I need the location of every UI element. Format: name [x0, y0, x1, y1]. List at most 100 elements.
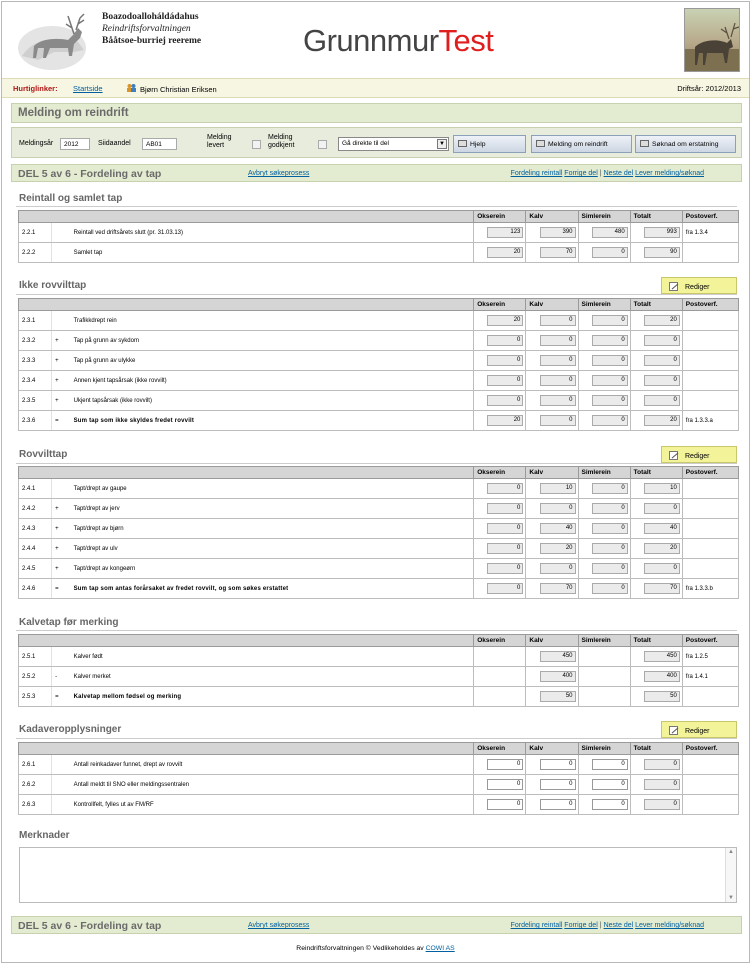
- value-cell: 20: [473, 310, 527, 331]
- nav-fordeling-reintall[interactable]: Fordeling reintall: [511, 922, 563, 929]
- kalv-value: 0: [539, 415, 576, 426]
- value-cell: 450: [629, 646, 683, 667]
- kalv-value[interactable]: 0: [539, 779, 576, 790]
- okserein-value[interactable]: 0: [487, 759, 524, 770]
- info-bar: Hurtiglinker: Startside Bjørn Christian …: [2, 78, 749, 98]
- report-button[interactable]: Melding om reindrift: [531, 135, 632, 153]
- year-field[interactable]: 2012: [60, 138, 90, 150]
- nav-next-part[interactable]: Neste del: [604, 922, 634, 929]
- simlerein-value[interactable]: 0: [591, 799, 628, 810]
- table-header-row: Okserein Kalv Simlerein Totalt Postoverf.: [17, 210, 740, 223]
- okserein-value: 0: [487, 335, 524, 346]
- kalv-value[interactable]: 0: [539, 799, 576, 810]
- value-cell: 0: [577, 330, 631, 351]
- simlerein-value[interactable]: 0: [591, 779, 628, 790]
- nav-submit[interactable]: Lever melding/søknad: [635, 922, 704, 929]
- value-cell: 0: [629, 498, 683, 519]
- section-nav: Fordeling reintall Forrige del | Neste del…: [511, 170, 704, 177]
- goto-part-select[interactable]: Gå direkte til del ▼: [338, 137, 449, 151]
- section-divider: [16, 206, 737, 207]
- totalt-value: 0: [643, 335, 680, 346]
- section-bar-top: DEL 5 av 6 - Fordeling av tap Avbryt søk…: [11, 164, 742, 182]
- kalv-value: 0: [539, 563, 576, 574]
- help-button-label: Hjelp: [470, 141, 486, 148]
- delivered-checkbox[interactable]: [252, 140, 261, 149]
- row-label: Antall reinkadaver funnet, drept av rovv…: [65, 754, 475, 775]
- remarks-textarea[interactable]: ▲ ▼: [19, 847, 737, 903]
- header-blank: [17, 634, 475, 647]
- table-row: 2.3.2 + Tap på grunn av sykdom 0 0 0 0: [17, 330, 740, 351]
- col-okserein: Okserein: [473, 298, 527, 311]
- kalv-value: 70: [539, 247, 576, 258]
- value-cell: 50: [525, 686, 579, 707]
- value-cell: 0: [577, 310, 631, 331]
- value-cell: 0: [629, 370, 683, 391]
- data-table-rovvilttap: Okserein Kalv Simlerein Totalt Postoverf. 2.4…: [17, 466, 740, 599]
- value-cell: 480: [577, 222, 631, 243]
- edit-button[interactable]: Rediger: [661, 721, 737, 738]
- simlerein-value: 0: [591, 503, 628, 514]
- pencil-icon: [669, 451, 678, 460]
- cancel-process-link[interactable]: Avbryt søkeprosess: [248, 170, 309, 177]
- okserein-value[interactable]: 0: [487, 779, 524, 790]
- value-cell: 20: [629, 310, 683, 331]
- value-cell: 90: [629, 242, 683, 263]
- simlerein-value: 0: [591, 543, 628, 554]
- startside-link[interactable]: Startside: [73, 84, 103, 93]
- cancel-process-link[interactable]: Avbryt søkeprosess: [248, 922, 309, 929]
- approved-checkbox[interactable]: [318, 140, 327, 149]
- approved-label: Melding godkjent: [268, 134, 294, 150]
- nav-previous-part[interactable]: Forrige del: [564, 170, 597, 177]
- okserein-value: 20: [487, 415, 524, 426]
- col-okserein: Okserein: [473, 210, 527, 223]
- edit-button-label: Rediger: [685, 453, 710, 460]
- value-cell: 0: [473, 558, 527, 579]
- scrollbar[interactable]: ▲ ▼: [725, 848, 736, 902]
- nav-separator: |: [599, 922, 602, 929]
- row-label: Kalvetap mellom fødsel og merking: [65, 686, 475, 707]
- col-postoverf: Postoverf.: [681, 210, 740, 223]
- row-operator: [51, 242, 66, 263]
- value-cell: 0: [577, 242, 631, 263]
- edit-button[interactable]: Rediger: [661, 277, 737, 294]
- help-button[interactable]: Hjelp: [453, 135, 526, 153]
- kalv-value: 50: [539, 691, 576, 702]
- simlerein-value[interactable]: 0: [591, 759, 628, 770]
- empty-cell: [473, 666, 527, 687]
- value-cell: 0: [629, 794, 683, 815]
- col-okserein: Okserein: [473, 466, 527, 479]
- table-row: 2.3.5 + Ukjent tapsårsak (ikke rovvilt) 0 0 0…: [17, 390, 740, 411]
- nav-next-part[interactable]: Neste del: [604, 170, 634, 177]
- cowi-link[interactable]: COWI AS: [426, 945, 455, 952]
- nav-previous-part[interactable]: Forrige del: [564, 922, 597, 929]
- kalv-value: 0: [539, 355, 576, 366]
- totalt-value: 0: [643, 799, 680, 810]
- nav-submit[interactable]: Lever melding/søknad: [635, 170, 704, 177]
- okserein-value: 0: [487, 355, 524, 366]
- row-code: 2.6.2: [17, 774, 53, 795]
- okserein-value[interactable]: 0: [487, 799, 524, 810]
- agency-line-2: Reindriftsforvaltningen: [102, 24, 191, 34]
- kalv-value[interactable]: 0: [539, 759, 576, 770]
- users-icon: [127, 84, 136, 92]
- siida-field[interactable]: AB01: [142, 138, 177, 150]
- totalt-value: 450: [643, 651, 680, 662]
- totalt-value: 0: [643, 503, 680, 514]
- col-kalv: Kalv: [525, 634, 579, 647]
- claim-button[interactable]: Søknad om erstatning: [635, 135, 736, 153]
- year-label: Meldingsår: [19, 140, 54, 147]
- totalt-value: 993: [643, 227, 680, 238]
- table-row: 2.3.1 Trafikkdrept rein 20 0 0 20: [17, 310, 740, 331]
- okserein-value: 0: [487, 395, 524, 406]
- section-heading: Rovvilttap: [19, 449, 68, 460]
- row-postoverf: [681, 350, 740, 371]
- delivered-label-line2: levert: [207, 142, 225, 149]
- section-heading: Reintall og samlet tap: [19, 193, 123, 204]
- row-label: Ukjent tapsårsak (ikke rovvilt): [65, 390, 475, 411]
- claim-button-label: Søknad om erstatning: [652, 141, 719, 148]
- nav-fordeling-reintall[interactable]: Fordeling reintall: [511, 170, 563, 177]
- edit-button[interactable]: Rediger: [661, 446, 737, 463]
- row-postoverf: [681, 310, 740, 331]
- table-row: 2.4.3 + Tapt/drept av bjørn 0 40 0 40: [17, 518, 740, 539]
- col-okserein: Okserein: [473, 634, 527, 647]
